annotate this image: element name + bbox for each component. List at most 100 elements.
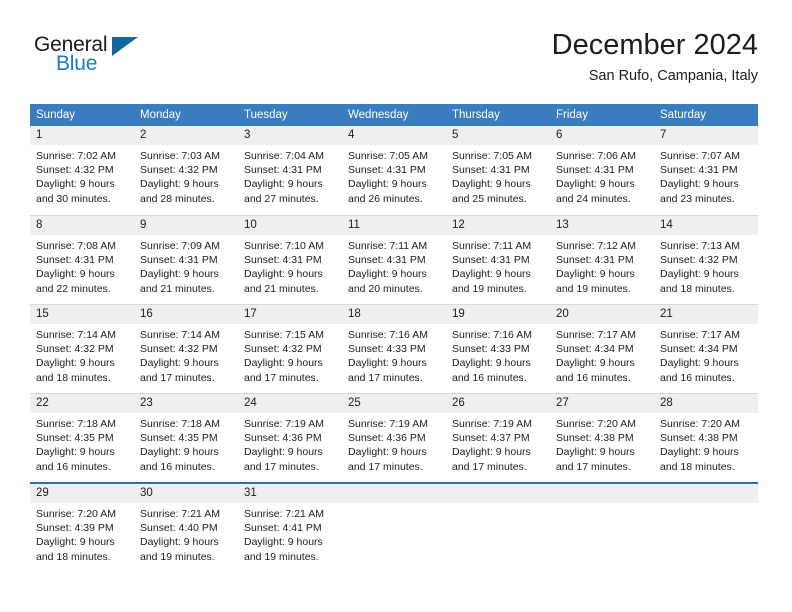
- day-cell-empty: [342, 484, 446, 571]
- sunrise-text: Sunrise: 7:19 AM: [452, 418, 532, 430]
- daylight-text-line1: Daylight: 9 hours: [348, 446, 427, 459]
- day-cell[interactable]: 18 Sunrise: 7:16 AM Sunset: 4:33 PM Dayl…: [342, 305, 446, 393]
- day-cell-empty: [550, 484, 654, 571]
- sunrise-text: Sunrise: 7:16 AM: [452, 329, 532, 341]
- day-cell[interactable]: 27 Sunrise: 7:20 AM Sunset: 4:38 PM Dayl…: [550, 394, 654, 482]
- day-cell[interactable]: 16 Sunrise: 7:14 AM Sunset: 4:32 PM Dayl…: [134, 305, 238, 393]
- sunrise-text: Sunrise: 7:05 AM: [348, 150, 428, 162]
- sunset-text: Sunset: 4:31 PM: [244, 254, 322, 267]
- day-number: 23: [134, 394, 238, 413]
- sunrise-text: Sunrise: 7:11 AM: [348, 240, 428, 252]
- daylight-text-line2: and 19 minutes.: [556, 282, 631, 295]
- week-row: 22 Sunrise: 7:18 AM Sunset: 4:35 PM Dayl…: [30, 393, 758, 482]
- daylight-text-line1: Daylight: 9 hours: [140, 536, 219, 549]
- sunrise-text: Sunrise: 7:19 AM: [348, 418, 428, 430]
- day-number: 16: [134, 305, 238, 324]
- sunset-text: Sunset: 4:31 PM: [452, 254, 530, 267]
- sunset-text: Sunset: 4:35 PM: [36, 432, 114, 445]
- day-details: Sunrise: 7:17 AM Sunset: 4:34 PM Dayligh…: [654, 324, 758, 385]
- daylight-text-line1: Daylight: 9 hours: [452, 446, 531, 459]
- day-details: Sunrise: 7:07 AM Sunset: 4:31 PM Dayligh…: [654, 145, 758, 206]
- daylight-text-line1: Daylight: 9 hours: [556, 446, 635, 459]
- day-number: 9: [134, 216, 238, 235]
- daylight-text-line1: Daylight: 9 hours: [140, 446, 219, 459]
- day-cell[interactable]: 6 Sunrise: 7:06 AM Sunset: 4:31 PM Dayli…: [550, 126, 654, 215]
- daylight-text-line2: and 26 minutes.: [348, 192, 423, 205]
- daylight-text-line1: Daylight: 9 hours: [140, 357, 219, 370]
- day-number: 15: [30, 305, 134, 324]
- day-details: Sunrise: 7:20 AM Sunset: 4:38 PM Dayligh…: [550, 413, 654, 474]
- day-cell[interactable]: 1 Sunrise: 7:02 AM Sunset: 4:32 PM Dayli…: [30, 126, 134, 215]
- day-cell[interactable]: 29 Sunrise: 7:20 AM Sunset: 4:39 PM Dayl…: [30, 484, 134, 571]
- day-cell[interactable]: 23 Sunrise: 7:18 AM Sunset: 4:35 PM Dayl…: [134, 394, 238, 482]
- day-cell[interactable]: 30 Sunrise: 7:21 AM Sunset: 4:40 PM Dayl…: [134, 484, 238, 571]
- day-details: Sunrise: 7:15 AM Sunset: 4:32 PM Dayligh…: [238, 324, 342, 385]
- daylight-text-line2: and 16 minutes.: [36, 460, 111, 473]
- sunrise-text: Sunrise: 7:19 AM: [244, 418, 324, 430]
- calendar-page: General Blue December 2024 San Rufo, Cam…: [0, 0, 792, 612]
- daylight-text-line1: Daylight: 9 hours: [36, 357, 115, 370]
- weekday-header-tuesday: Tuesday: [244, 109, 288, 121]
- day-cell[interactable]: 3 Sunrise: 7:04 AM Sunset: 4:31 PM Dayli…: [238, 126, 342, 215]
- day-cell[interactable]: 2 Sunrise: 7:03 AM Sunset: 4:32 PM Dayli…: [134, 126, 238, 215]
- general-blue-logo[interactable]: General Blue: [34, 34, 144, 84]
- daylight-text-line1: Daylight: 9 hours: [660, 446, 739, 459]
- sunset-text: Sunset: 4:31 PM: [348, 164, 426, 177]
- daylight-text-line1: Daylight: 9 hours: [660, 357, 739, 370]
- daylight-text-line2: and 16 minutes.: [556, 371, 631, 384]
- day-cell[interactable]: 12 Sunrise: 7:11 AM Sunset: 4:31 PM Dayl…: [446, 216, 550, 304]
- day-cell[interactable]: 4 Sunrise: 7:05 AM Sunset: 4:31 PM Dayli…: [342, 126, 446, 215]
- sunrise-text: Sunrise: 7:10 AM: [244, 240, 324, 252]
- daylight-text-line1: Daylight: 9 hours: [140, 178, 219, 191]
- day-number: 5: [446, 126, 550, 145]
- daylight-text-line1: Daylight: 9 hours: [348, 178, 427, 191]
- daylight-text-line2: and 18 minutes.: [36, 371, 111, 384]
- daylight-text-line2: and 17 minutes.: [244, 460, 319, 473]
- day-cell[interactable]: 17 Sunrise: 7:15 AM Sunset: 4:32 PM Dayl…: [238, 305, 342, 393]
- day-details: Sunrise: 7:18 AM Sunset: 4:35 PM Dayligh…: [30, 413, 134, 474]
- sunrise-text: Sunrise: 7:21 AM: [140, 508, 220, 520]
- day-cell[interactable]: 28 Sunrise: 7:20 AM Sunset: 4:38 PM Dayl…: [654, 394, 758, 482]
- day-cell[interactable]: 10 Sunrise: 7:10 AM Sunset: 4:31 PM Dayl…: [238, 216, 342, 304]
- day-cell[interactable]: 25 Sunrise: 7:19 AM Sunset: 4:36 PM Dayl…: [342, 394, 446, 482]
- day-details: Sunrise: 7:11 AM Sunset: 4:31 PM Dayligh…: [446, 235, 550, 296]
- daylight-text-line1: Daylight: 9 hours: [660, 178, 739, 191]
- day-cell[interactable]: 19 Sunrise: 7:16 AM Sunset: 4:33 PM Dayl…: [446, 305, 550, 393]
- day-details: Sunrise: 7:13 AM Sunset: 4:32 PM Dayligh…: [654, 235, 758, 296]
- daylight-text-line2: and 30 minutes.: [36, 192, 111, 205]
- day-cell[interactable]: 9 Sunrise: 7:09 AM Sunset: 4:31 PM Dayli…: [134, 216, 238, 304]
- daylight-text-line1: Daylight: 9 hours: [244, 357, 323, 370]
- day-number: 26: [446, 394, 550, 413]
- week-row: 15 Sunrise: 7:14 AM Sunset: 4:32 PM Dayl…: [30, 304, 758, 393]
- day-number: 4: [342, 126, 446, 145]
- page-title: December 2024: [551, 29, 758, 61]
- daylight-text-line2: and 17 minutes.: [348, 460, 423, 473]
- day-cell[interactable]: 15 Sunrise: 7:14 AM Sunset: 4:32 PM Dayl…: [30, 305, 134, 393]
- daylight-text-line2: and 24 minutes.: [556, 192, 631, 205]
- daylight-text-line1: Daylight: 9 hours: [244, 178, 323, 191]
- sunset-text: Sunset: 4:31 PM: [556, 254, 634, 267]
- day-cell[interactable]: 8 Sunrise: 7:08 AM Sunset: 4:31 PM Dayli…: [30, 216, 134, 304]
- day-cell[interactable]: 21 Sunrise: 7:17 AM Sunset: 4:34 PM Dayl…: [654, 305, 758, 393]
- weekday-header-friday: Friday: [556, 109, 588, 121]
- sunrise-text: Sunrise: 7:04 AM: [244, 150, 324, 162]
- sunrise-text: Sunrise: 7:13 AM: [660, 240, 740, 252]
- day-number: 25: [342, 394, 446, 413]
- daylight-text-line1: Daylight: 9 hours: [556, 268, 635, 281]
- day-cell[interactable]: 14 Sunrise: 7:13 AM Sunset: 4:32 PM Dayl…: [654, 216, 758, 304]
- day-cell[interactable]: 11 Sunrise: 7:11 AM Sunset: 4:31 PM Dayl…: [342, 216, 446, 304]
- day-number: 31: [238, 484, 342, 503]
- day-cell[interactable]: 5 Sunrise: 7:05 AM Sunset: 4:31 PM Dayli…: [446, 126, 550, 215]
- day-number: 30: [134, 484, 238, 503]
- sunset-text: Sunset: 4:39 PM: [36, 522, 114, 535]
- day-cell[interactable]: 31 Sunrise: 7:21 AM Sunset: 4:41 PM Dayl…: [238, 484, 342, 571]
- day-cell[interactable]: 22 Sunrise: 7:18 AM Sunset: 4:35 PM Dayl…: [30, 394, 134, 482]
- day-cell[interactable]: 20 Sunrise: 7:17 AM Sunset: 4:34 PM Dayl…: [550, 305, 654, 393]
- sunrise-text: Sunrise: 7:15 AM: [244, 329, 324, 341]
- location-subtitle: San Rufo, Campania, Italy: [588, 68, 758, 84]
- day-cell[interactable]: 26 Sunrise: 7:19 AM Sunset: 4:37 PM Dayl…: [446, 394, 550, 482]
- day-cell[interactable]: 24 Sunrise: 7:19 AM Sunset: 4:36 PM Dayl…: [238, 394, 342, 482]
- day-cell-empty: [654, 484, 758, 571]
- day-cell[interactable]: 7 Sunrise: 7:07 AM Sunset: 4:31 PM Dayli…: [654, 126, 758, 215]
- day-cell[interactable]: 13 Sunrise: 7:12 AM Sunset: 4:31 PM Dayl…: [550, 216, 654, 304]
